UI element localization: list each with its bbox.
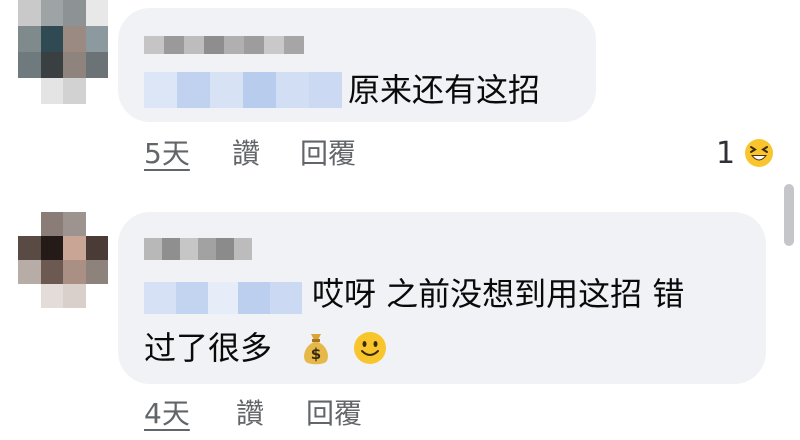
avatar-pixel (63, 52, 86, 78)
scrollbar[interactable] (784, 184, 794, 246)
comment-timestamp[interactable]: 4天 (144, 396, 190, 432)
avatar-pixel (85, 0, 108, 26)
like-button[interactable]: 讚 (236, 396, 264, 432)
avatar-pixel (40, 284, 63, 308)
avatar[interactable] (18, 0, 108, 104)
avatar-pixel (63, 0, 86, 26)
avatar-pixel (63, 26, 86, 52)
avatar-pixel (85, 212, 108, 236)
avatar[interactable] (18, 212, 108, 308)
comment-text: 原来还有这招 (348, 71, 541, 109)
avatar-pixel (63, 236, 86, 260)
comment-text: 哎呀 之前没想到用这招 错 (312, 275, 685, 313)
svg-text:$: $ (311, 345, 321, 363)
blurred-tag (144, 282, 302, 314)
avatar-pixel (63, 78, 86, 104)
avatar-pixel (85, 236, 108, 260)
avatar-pixel (18, 26, 41, 52)
avatar-pixel (18, 52, 41, 78)
avatar-pixel (85, 284, 108, 308)
avatar-pixel (18, 0, 41, 26)
smiley-face-icon (354, 332, 386, 364)
avatar-pixel (63, 284, 86, 308)
avatar-pixel (63, 260, 86, 284)
reaction-count[interactable]: 1 (716, 136, 735, 172)
laughing-face-icon[interactable] (742, 136, 776, 170)
blurred-tag (144, 72, 342, 108)
avatar-pixel (40, 260, 63, 284)
avatar-pixel (85, 260, 108, 284)
avatar-pixel (40, 52, 63, 78)
avatar-pixel (40, 236, 63, 260)
reply-button[interactable]: 回覆 (300, 136, 356, 172)
avatar-pixel (18, 284, 41, 308)
money-bag-icon: $ (304, 334, 328, 365)
blurred-author-name[interactable] (144, 238, 252, 260)
avatar-pixel (40, 26, 63, 52)
avatar-pixel (40, 212, 63, 236)
avatar-pixel (63, 212, 86, 236)
comment-timestamp[interactable]: 5天 (144, 136, 190, 172)
like-button[interactable]: 讚 (232, 136, 260, 172)
avatar-pixel (18, 236, 41, 260)
avatar-pixel (18, 212, 41, 236)
comment-text-continued: 过了很多 (144, 329, 273, 367)
avatar-pixel (85, 78, 108, 104)
avatar-pixel (85, 52, 108, 78)
blurred-author-name[interactable] (144, 36, 304, 54)
avatar-pixel (40, 78, 63, 104)
avatar-pixel (40, 0, 63, 26)
avatar-pixel (18, 260, 41, 284)
reply-button[interactable]: 回覆 (306, 396, 362, 432)
avatar-pixel (85, 26, 108, 52)
avatar-pixel (18, 78, 41, 104)
